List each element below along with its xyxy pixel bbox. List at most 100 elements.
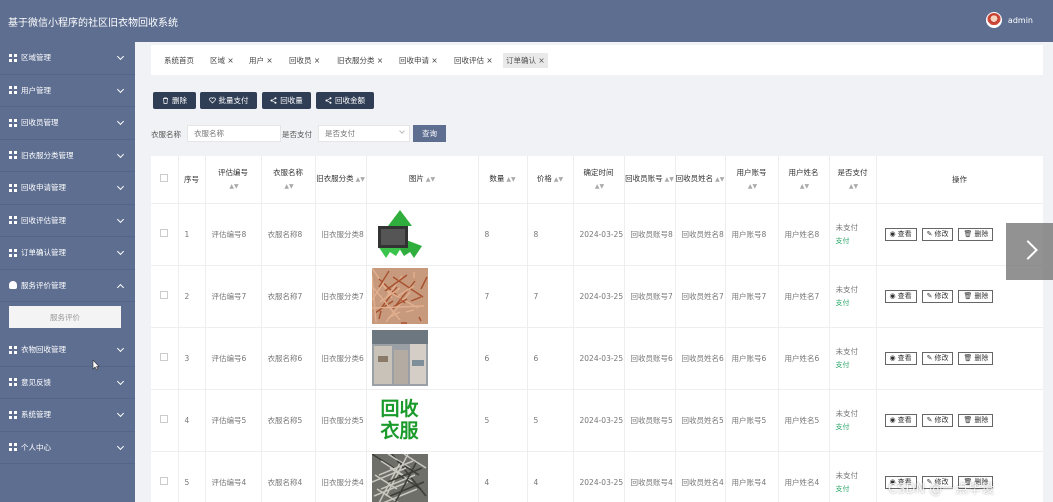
col-eval-no[interactable]: 评估编号 ▲▼: [205, 156, 262, 204]
close-icon[interactable]: ×: [314, 56, 320, 65]
row-delete-button[interactable]: 🗑 删除: [958, 227, 994, 241]
view-button[interactable]: ◉ 查看: [884, 413, 917, 427]
sidebar-item-evaluations[interactable]: 回收评估管理: [0, 205, 135, 237]
user-menu[interactable]: admin: [985, 12, 1033, 28]
col-pay-state[interactable]: 是否支付 ▲▼: [829, 156, 877, 204]
sidebar-item-area[interactable]: 区域管理: [0, 42, 135, 75]
batch-pay-button[interactable]: 批量支付: [200, 92, 257, 109]
sidebar-subitem-service-review[interactable]: 服务评价: [9, 306, 121, 328]
cell-image[interactable]: [366, 327, 479, 390]
close-icon[interactable]: ×: [227, 56, 233, 65]
tab-recycler[interactable]: 回收员 ×: [286, 53, 323, 68]
sidebar-item-feedback[interactable]: 意见反馈: [0, 367, 135, 399]
tab-label: 回收员: [289, 56, 312, 65]
col-time[interactable]: 确定时间 ▲▼: [573, 156, 625, 204]
cell-image[interactable]: [366, 203, 479, 266]
sidebar-item-clothes-recycle[interactable]: 衣物回收管理: [0, 334, 135, 367]
col-qty[interactable]: 数量 ▲▼: [478, 156, 528, 204]
tab-area[interactable]: 区域 ×: [207, 53, 237, 68]
cell-category: 旧衣服分类4: [315, 451, 367, 502]
cell-time: 2024-03-25: [573, 327, 625, 390]
close-icon[interactable]: ×: [266, 56, 272, 65]
sidebar-item-system[interactable]: 系统管理: [0, 399, 135, 432]
cell-user-account: 用户账号4: [725, 451, 779, 502]
sidebar-item-categories[interactable]: 旧衣服分类管理: [0, 140, 135, 172]
clothes-name-input[interactable]: [187, 125, 281, 142]
avatar[interactable]: [985, 12, 1002, 28]
col-user-account[interactable]: 用户账号 ▲▼: [725, 156, 779, 204]
view-button[interactable]: ◉ 查看: [884, 289, 917, 303]
row-select-cell[interactable]: [151, 203, 179, 266]
col-category[interactable]: 旧衣服分类 ▲▼: [315, 156, 367, 204]
edit-button[interactable]: ✎ 修改: [921, 351, 954, 365]
pay-link[interactable]: 支付: [836, 361, 850, 369]
sidebar-item-profile[interactable]: 个人中心: [0, 432, 135, 464]
tab-user[interactable]: 用户 ×: [246, 53, 276, 68]
close-icon[interactable]: ×: [486, 56, 492, 65]
view-button[interactable]: ◉ 查看: [884, 227, 917, 241]
sidebar-item-recyclers[interactable]: 回收员管理: [0, 107, 135, 140]
edit-button[interactable]: ✎ 修改: [921, 413, 954, 427]
heart-icon: [208, 97, 216, 104]
select-all-checkbox[interactable]: [160, 173, 169, 182]
cell-image[interactable]: [366, 265, 479, 328]
sidebar-item-users[interactable]: 用户管理: [0, 75, 135, 107]
tab-evaluation[interactable]: 回收评估 ×: [451, 53, 496, 68]
cell-image[interactable]: 回收 衣服: [366, 389, 479, 452]
row-select-cell[interactable]: [151, 327, 179, 390]
edit-button[interactable]: ✎ 修改: [921, 289, 954, 303]
row-select-cell[interactable]: [151, 451, 179, 502]
edit-icon: ✎: [926, 291, 933, 300]
pay-link[interactable]: 支付: [836, 485, 850, 493]
cell-category: 旧衣服分类6: [315, 327, 367, 390]
col-name[interactable]: 衣服名称 ▲▼: [261, 156, 316, 204]
tab-application[interactable]: 回收申请 ×: [396, 53, 441, 68]
username[interactable]: admin: [1008, 16, 1033, 25]
cell-eval-no: 评估编号5: [205, 389, 262, 452]
close-icon[interactable]: ×: [538, 56, 544, 65]
row-select-cell[interactable]: [151, 265, 179, 328]
next-page-arrow-icon[interactable]: [1006, 223, 1053, 280]
col-price[interactable]: 价格 ▲▼: [527, 156, 574, 204]
row-checkbox[interactable]: [160, 228, 168, 237]
delete-button[interactable]: 删除: [153, 92, 196, 109]
row-checkbox[interactable]: [160, 352, 168, 361]
tab-category[interactable]: 旧衣服分类 ×: [334, 53, 386, 68]
recycle-amount-button[interactable]: 回收量: [262, 92, 311, 109]
tab-label: 区域: [210, 56, 225, 65]
cell-user-name: 用户姓名5: [778, 389, 830, 452]
tab-order-confirm[interactable]: 订单确认 ×: [503, 53, 548, 68]
pay-status-select[interactable]: [318, 125, 410, 142]
sort-icon: ▲▼: [229, 182, 239, 190]
cell-recycler-account: 回收员账号4: [624, 451, 676, 502]
sidebar-item-service-review[interactable]: 服务评价管理: [0, 270, 135, 302]
cell-image[interactable]: [366, 451, 479, 502]
cell-price: 8: [527, 203, 574, 266]
row-checkbox[interactable]: [160, 290, 168, 299]
col-recycler-name[interactable]: 回收员姓名 ▲▼: [675, 156, 726, 204]
recycle-money-button[interactable]: 回收金额: [316, 92, 374, 109]
row-delete-button[interactable]: 🗑 删除: [958, 351, 994, 365]
row-select-cell[interactable]: [151, 389, 179, 452]
pay-link[interactable]: 支付: [836, 423, 850, 431]
edit-button[interactable]: ✎ 修改: [921, 227, 954, 241]
view-button[interactable]: ◉ 查看: [884, 351, 917, 365]
col-image[interactable]: 图片 ▲▼: [366, 156, 479, 204]
cell-user-name: 用户姓名6: [778, 327, 830, 390]
row-checkbox[interactable]: [160, 476, 168, 485]
row-delete-button[interactable]: 🗑 删除: [958, 413, 994, 427]
close-icon[interactable]: ×: [431, 56, 437, 65]
row-delete-button[interactable]: 🗑 删除: [958, 289, 994, 303]
sidebar-item-orders[interactable]: 订单确认管理: [0, 237, 135, 270]
select-all-cell[interactable]: [151, 156, 179, 204]
row-checkbox[interactable]: [160, 414, 168, 423]
col-user-name[interactable]: 用户姓名 ▲▼: [778, 156, 830, 204]
close-icon[interactable]: ×: [377, 56, 383, 65]
tab-home[interactable]: 系统首页: [161, 53, 197, 68]
sidebar-item-applications[interactable]: 回收申请管理: [0, 172, 135, 205]
query-button[interactable]: 查询: [413, 125, 446, 142]
pay-link[interactable]: 支付: [836, 299, 850, 307]
pay-link[interactable]: 支付: [836, 237, 850, 245]
col-recycler-account[interactable]: 回收员账号 ▲▼: [624, 156, 676, 204]
recycle-logo-image: [377, 210, 422, 258]
